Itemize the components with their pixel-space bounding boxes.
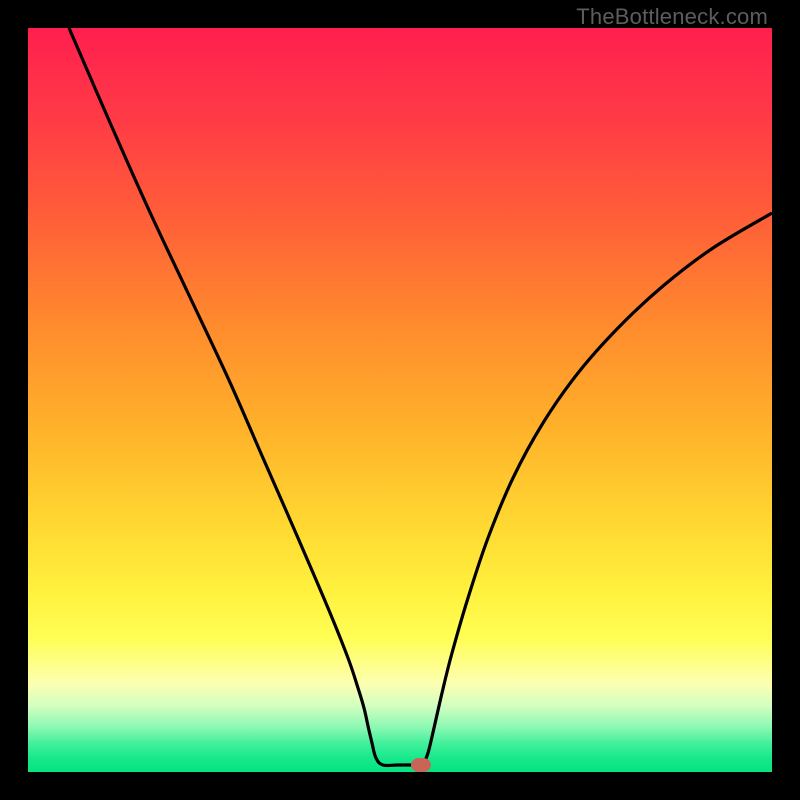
watermark-text: TheBottleneck.com — [576, 4, 768, 30]
curve-svg — [28, 28, 772, 772]
curve-left-branch — [69, 28, 418, 766]
plot-area — [28, 28, 772, 772]
optimal-marker — [411, 758, 431, 772]
curve-right-branch — [423, 213, 772, 765]
chart-frame: TheBottleneck.com — [0, 0, 800, 800]
